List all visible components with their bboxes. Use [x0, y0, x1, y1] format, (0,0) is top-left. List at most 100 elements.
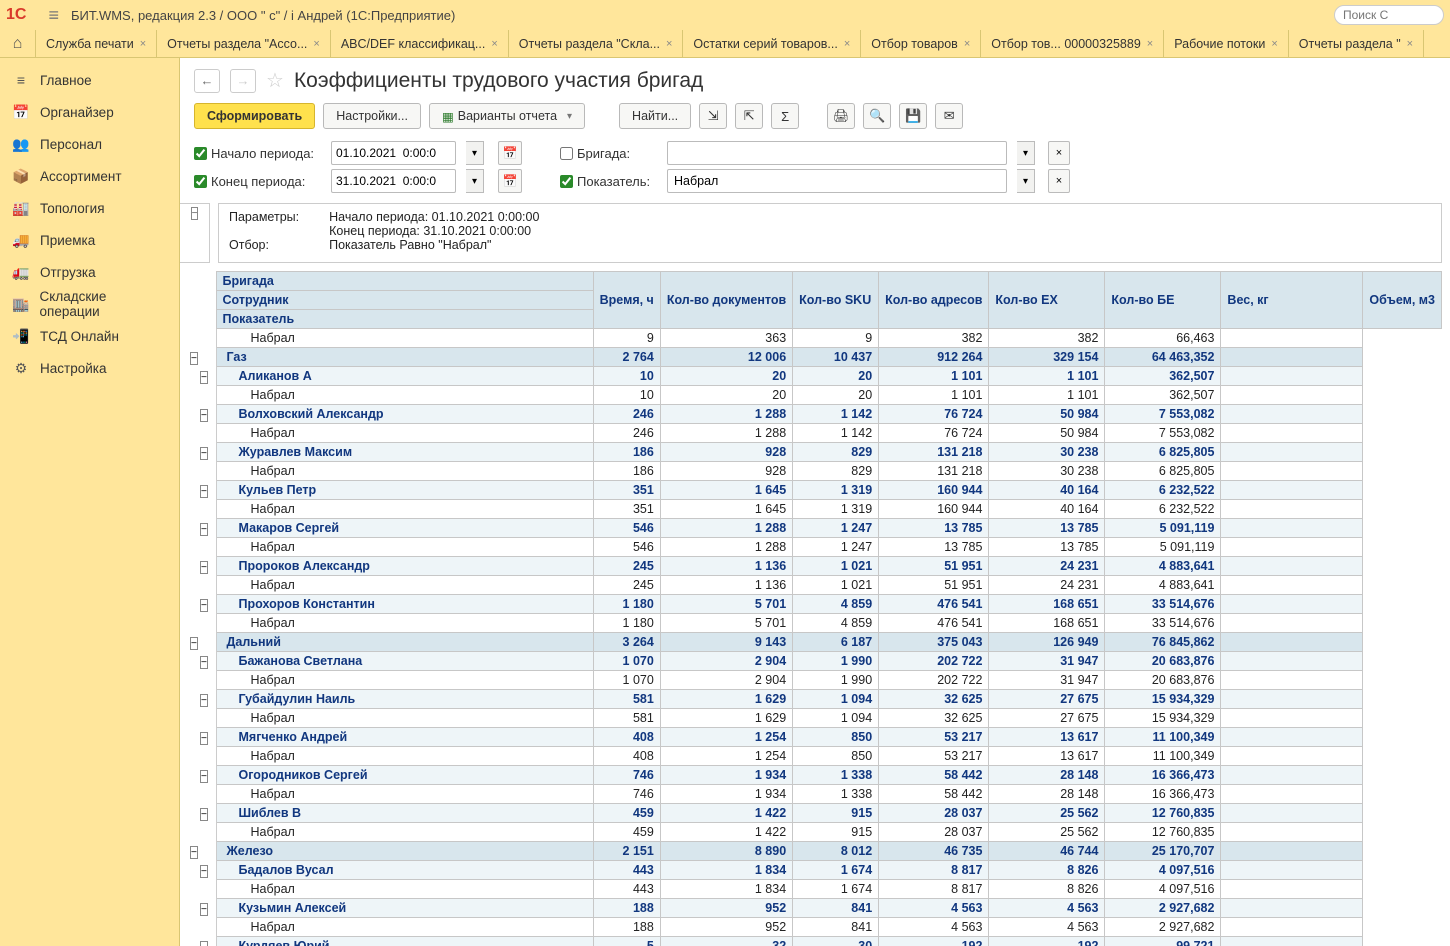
collapse-all-button[interactable]: ⇱: [735, 103, 763, 129]
params-expand-toggle[interactable]: −: [191, 207, 199, 220]
table-row[interactable]: Набрал5461 2881 24713 78513 7855 091,119: [188, 538, 1442, 557]
tab-close-icon[interactable]: ×: [1147, 38, 1153, 50]
row-expand-toggle[interactable]: −: [200, 770, 208, 783]
end-period-calendar[interactable]: 📅: [498, 169, 522, 193]
tab-close-icon[interactable]: ×: [844, 38, 850, 50]
row-expand-toggle[interactable]: −: [200, 694, 208, 707]
table-row[interactable]: Набрал4591 42291528 03725 56212 760,835: [188, 823, 1442, 842]
expand-all-button[interactable]: ⇲: [699, 103, 727, 129]
sidebar-item-3[interactable]: 📦Ассортимент: [0, 160, 179, 192]
sidebar-item-9[interactable]: ⚙Настройка: [0, 352, 179, 384]
table-row[interactable]: −Кульев Петр3511 6451 319160 94440 1646 …: [188, 481, 1442, 500]
start-period-input[interactable]: [331, 141, 456, 165]
brigade-select[interactable]: [667, 141, 1007, 165]
brigade-clear[interactable]: ×: [1048, 141, 1070, 165]
tab-close-icon[interactable]: ×: [313, 38, 319, 50]
form-button[interactable]: Сформировать: [194, 103, 315, 129]
tab-close-icon[interactable]: ×: [1271, 38, 1277, 50]
tab-0[interactable]: Служба печати×: [36, 30, 157, 57]
row-expand-toggle[interactable]: −: [200, 903, 208, 916]
row-expand-toggle[interactable]: −: [200, 561, 208, 574]
row-expand-toggle[interactable]: −: [190, 637, 198, 650]
table-row[interactable]: −Курдяев Юрий5323019219299,721: [188, 937, 1442, 946]
sidebar-item-7[interactable]: 🏬Складские операции: [0, 288, 179, 320]
sidebar-item-2[interactable]: 👥Персонал: [0, 128, 179, 160]
settings-button[interactable]: Настройки...: [323, 103, 421, 129]
indicator-clear[interactable]: ×: [1048, 169, 1070, 193]
end-period-input[interactable]: [331, 169, 456, 193]
sidebar-item-0[interactable]: ≡Главное: [0, 64, 179, 96]
tab-1[interactable]: Отчеты раздела "Ассо...×: [157, 30, 331, 57]
table-row[interactable]: Набрал4431 8341 6748 8178 8264 097,516: [188, 880, 1442, 899]
table-row[interactable]: Набрал9363938238266,463: [188, 329, 1442, 348]
tab-8[interactable]: Отчеты раздела "×: [1289, 30, 1424, 57]
table-row[interactable]: −Прохоров Константин1 1805 7014 859476 5…: [188, 595, 1442, 614]
report-variants-button[interactable]: ▦Варианты отчета: [429, 103, 585, 129]
tab-close-icon[interactable]: ×: [666, 38, 672, 50]
table-row[interactable]: −Бадалов Вусал4431 8341 6748 8178 8264 0…: [188, 861, 1442, 880]
tab-close-icon[interactable]: ×: [140, 38, 146, 50]
table-row[interactable]: Набрал2461 2881 14276 72450 9847 553,082: [188, 424, 1442, 443]
table-row[interactable]: −Газ2 76412 00610 437912 264329 15464 46…: [188, 348, 1442, 367]
table-row[interactable]: −Губайдулин Наиль5811 6291 09432 62527 6…: [188, 690, 1442, 709]
start-period-calendar[interactable]: 📅: [498, 141, 522, 165]
start-period-dropdown[interactable]: ▾: [466, 141, 484, 165]
table-row[interactable]: Набрал4081 25485053 21713 61711 100,349: [188, 747, 1442, 766]
row-expand-toggle[interactable]: −: [190, 352, 198, 365]
nav-forward-button[interactable]: →: [230, 69, 256, 93]
menu-icon[interactable]: ≡: [48, 5, 59, 26]
tab-4[interactable]: Остатки серий товаров...×: [683, 30, 861, 57]
table-row[interactable]: Набрал186928829131 21830 2386 825,805: [188, 462, 1442, 481]
table-row[interactable]: Набрал7461 9341 33858 44228 14816 366,47…: [188, 785, 1442, 804]
table-row[interactable]: Набрал1 0702 9041 990202 72231 94720 683…: [188, 671, 1442, 690]
table-row[interactable]: −Кузьмин Алексей1889528414 5634 5632 927…: [188, 899, 1442, 918]
home-tab[interactable]: ⌂: [0, 30, 36, 57]
row-expand-toggle[interactable]: −: [200, 732, 208, 745]
favorite-star-icon[interactable]: ☆: [266, 68, 284, 93]
nav-back-button[interactable]: ←: [194, 69, 220, 93]
table-row[interactable]: −Пророков Александр2451 1361 02151 95124…: [188, 557, 1442, 576]
table-row[interactable]: Набрал1889528414 5634 5632 927,682: [188, 918, 1442, 937]
table-row[interactable]: −Аликанов А1020201 1011 101362,507: [188, 367, 1442, 386]
global-search-input[interactable]: [1334, 5, 1444, 25]
table-row[interactable]: −Огородников Сергей7461 9341 33858 44228…: [188, 766, 1442, 785]
tab-close-icon[interactable]: ×: [1407, 38, 1413, 50]
table-row[interactable]: −Бажанова Светлана1 0702 9041 990202 722…: [188, 652, 1442, 671]
end-period-checkbox[interactable]: [194, 175, 207, 188]
mail-button[interactable]: ✉: [935, 103, 963, 129]
brigade-checkbox[interactable]: [560, 147, 573, 160]
find-button[interactable]: Найти...: [619, 103, 691, 129]
row-expand-toggle[interactable]: −: [200, 523, 208, 536]
brigade-dropdown[interactable]: ▾: [1017, 141, 1035, 165]
sidebar-item-5[interactable]: 🚚Приемка: [0, 224, 179, 256]
row-expand-toggle[interactable]: −: [200, 599, 208, 612]
row-expand-toggle[interactable]: −: [190, 846, 198, 859]
start-period-checkbox[interactable]: [194, 147, 207, 160]
row-expand-toggle[interactable]: −: [200, 409, 208, 422]
row-expand-toggle[interactable]: −: [200, 656, 208, 669]
table-row[interactable]: Набрал1 1805 7014 859476 541168 65133 51…: [188, 614, 1442, 633]
sidebar-item-8[interactable]: 📲ТСД Онлайн: [0, 320, 179, 352]
table-row[interactable]: Набрал3511 6451 319160 94440 1646 232,52…: [188, 500, 1442, 519]
row-expand-toggle[interactable]: −: [200, 485, 208, 498]
preview-button[interactable]: 🔍: [863, 103, 891, 129]
table-row[interactable]: Набрал2451 1361 02151 95124 2314 883,641: [188, 576, 1442, 595]
tab-close-icon[interactable]: ×: [964, 38, 970, 50]
tab-5[interactable]: Отбор товаров×: [861, 30, 981, 57]
sidebar-item-6[interactable]: 🚛Отгрузка: [0, 256, 179, 288]
table-row[interactable]: −Дальний3 2649 1436 187375 043126 94976 …: [188, 633, 1442, 652]
row-expand-toggle[interactable]: −: [200, 808, 208, 821]
tab-close-icon[interactable]: ×: [491, 38, 497, 50]
row-expand-toggle[interactable]: −: [200, 447, 208, 460]
indicator-checkbox[interactable]: [560, 175, 573, 188]
table-row[interactable]: Набрал5811 6291 09432 62527 67515 934,32…: [188, 709, 1442, 728]
table-row[interactable]: Набрал1020201 1011 101362,507: [188, 386, 1442, 405]
table-row[interactable]: −Железо2 1518 8908 01246 73546 74425 170…: [188, 842, 1442, 861]
save-button[interactable]: 💾: [899, 103, 927, 129]
sidebar-item-4[interactable]: 🏭Топология: [0, 192, 179, 224]
table-row[interactable]: −Волховский Александр2461 2881 14276 724…: [188, 405, 1442, 424]
tab-2[interactable]: ABC/DEF классификац...×: [331, 30, 509, 57]
print-button[interactable]: 🖨: [827, 103, 855, 129]
tab-6[interactable]: Отбор тов... 00000325889×: [981, 30, 1164, 57]
table-row[interactable]: −Мягченко Андрей4081 25485053 21713 6171…: [188, 728, 1442, 747]
